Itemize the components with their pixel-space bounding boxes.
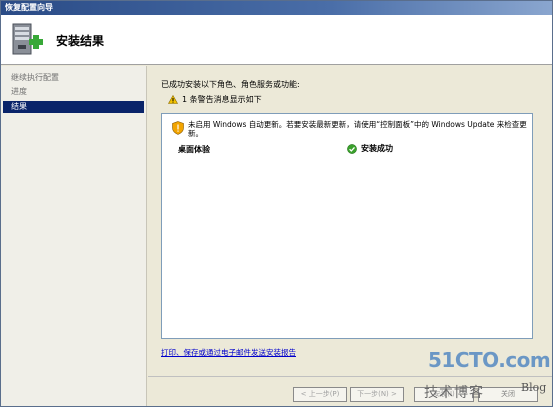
sidebar-item-progress[interactable]: 进度 bbox=[3, 86, 144, 98]
wizard-header: 安装结果 bbox=[1, 15, 552, 65]
role-status-text: 安装成功 bbox=[361, 144, 393, 153]
warning-summary: 1 条警告消息显示如下 bbox=[168, 94, 262, 105]
warning-summary-text: 1 条警告消息显示如下 bbox=[182, 95, 262, 104]
sidebar-item-continue-config[interactable]: 继续执行配置 bbox=[3, 72, 144, 84]
intro-text: 已成功安装以下角色、角色服务或功能: bbox=[161, 80, 300, 89]
wizard-sidebar: 继续执行配置 进度 结果 bbox=[1, 66, 147, 406]
wizard-footer: < 上一步(P) 下一步(N) > 安装(I) 关闭 bbox=[148, 376, 552, 406]
title-bar: 恢复配置向导 bbox=[1, 1, 552, 15]
next-button[interactable]: 下一步(N) > bbox=[350, 387, 404, 402]
success-check-icon bbox=[347, 143, 357, 154]
result-warning-text: 未启用 Windows 自动更新。若要安装最新更新，请使用“控制面板”中的 Wi… bbox=[188, 120, 527, 138]
print-report-link[interactable]: 打印、保存或通过电子邮件发送安装报告 bbox=[161, 347, 296, 358]
result-warning: 未启用 Windows 自动更新。若要安装最新更新，请使用“控制面板”中的 Wi… bbox=[172, 120, 532, 138]
server-roles-icon bbox=[9, 21, 45, 59]
role-name: 桌面体验 bbox=[178, 145, 210, 154]
shield-warning-icon bbox=[172, 121, 184, 135]
warning-icon bbox=[168, 95, 178, 104]
role-status: 安装成功 bbox=[347, 143, 393, 154]
window-title: 恢复配置向导 bbox=[5, 3, 53, 12]
sidebar-item-results[interactable]: 结果 bbox=[3, 101, 144, 113]
results-panel: 未启用 Windows 自动更新。若要安装最新更新，请使用“控制面板”中的 Wi… bbox=[161, 113, 533, 339]
page-title: 安装结果 bbox=[56, 34, 105, 48]
watermark-blog: Blog bbox=[521, 381, 547, 394]
watermark-text: 技术博客 bbox=[424, 385, 484, 401]
main-content: 已成功安装以下角色、角色服务或功能: 1 条警告消息显示如下 未启用 Windo… bbox=[148, 66, 552, 376]
previous-button[interactable]: < 上一步(P) bbox=[293, 387, 347, 402]
watermark-host: 51CTO.com bbox=[428, 348, 551, 372]
wizard-window: 恢复配置向导 安装结果 继续执行配置 进度 结果 已成功安装以下角色、角色服务或… bbox=[0, 0, 553, 407]
